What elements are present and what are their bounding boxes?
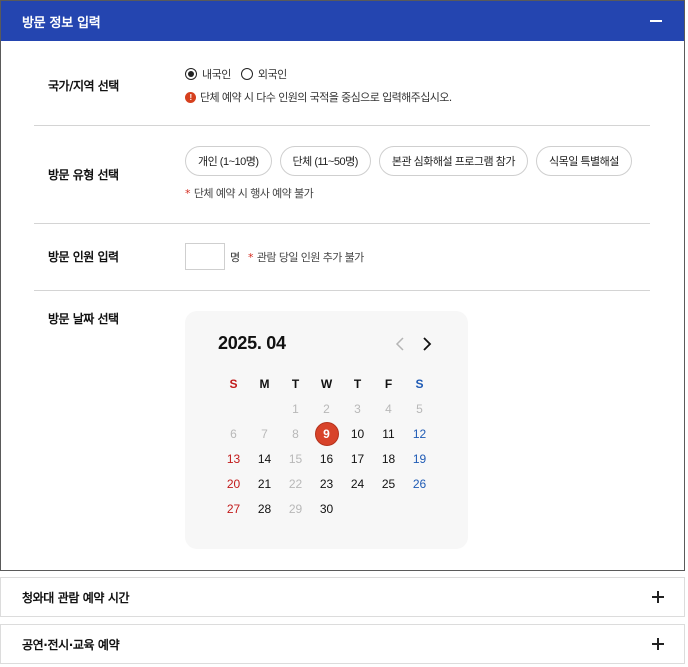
visit-type-note: * 단체 예약 시 행사 예약 불가 — [185, 185, 314, 201]
calendar-day[interactable]: 25 — [373, 471, 404, 496]
calendar-day: 5 — [416, 401, 423, 416]
panel-title: 방문 정보 입력 — [22, 15, 101, 31]
info-icon: ! — [185, 91, 196, 103]
calendar-blank — [249, 396, 280, 421]
calendar-day[interactable]: 27 — [218, 496, 249, 521]
section-reservation-time[interactable]: 청와대 관람 예약 시간 — [0, 577, 685, 617]
weekday-header: T — [291, 376, 300, 391]
section-performance-booking[interactable]: 공연·전시·교육 예약 — [0, 624, 685, 664]
radio-domestic-circle[interactable] — [185, 68, 197, 80]
calendar-day[interactable]: 21 — [249, 471, 280, 496]
radio-foreign-label: 외국인 — [257, 68, 287, 81]
calendar-day: 7 — [261, 426, 268, 441]
plus-icon[interactable] — [652, 591, 664, 603]
section-title: 청와대 관람 예약 시간 — [22, 590, 130, 605]
calendar-blank — [218, 396, 249, 421]
weekday-header: W — [320, 376, 333, 391]
asterisk-icon: * — [185, 186, 190, 200]
divider — [34, 223, 650, 224]
visit-type-individual-button[interactable]: 개인 (1~10명) — [185, 146, 272, 176]
visit-type-program-button[interactable]: 본관 심화해설 프로그램 참가 — [378, 146, 528, 176]
headcount-note: * 관람 당일 인원 추가 불가 — [248, 249, 364, 265]
calendar-day[interactable]: 26 — [404, 471, 435, 496]
calendar-day: 3 — [354, 401, 361, 416]
weekday-header: S — [415, 376, 424, 391]
calendar-day[interactable]: 16 — [311, 446, 342, 471]
visit-type-note-text: 단체 예약 시 행사 예약 불가 — [193, 187, 314, 200]
asterisk-icon: * — [248, 250, 253, 264]
calendar-day[interactable]: 30 — [311, 496, 342, 521]
calendar-month-title: 2025. 04 — [218, 333, 286, 353]
headcount-label: 방문 인원 입력 — [48, 250, 119, 264]
panel-header[interactable]: 방문 정보 입력 — [1, 1, 684, 41]
calendar-day[interactable]: 12 — [404, 421, 435, 446]
divider — [34, 125, 650, 126]
collapse-icon[interactable] — [648, 13, 664, 29]
calendar-day: 2 — [323, 401, 330, 416]
calendar-grid: S M T W T F S 1 2 3 4 5 6 7 8 9 10 11 12 13 14 15 16 17 18 19 20 21… — [218, 371, 436, 521]
visit-type-buttons: 개인 (1~10명) 단체 (11~50명) 본관 심화해설 프로그램 참가 식… — [185, 146, 640, 176]
visit-type-arbor-day-button[interactable]: 식목일 특별해설 — [535, 146, 632, 176]
calendar-day[interactable]: 11 — [373, 421, 404, 446]
selected-day-marker[interactable]: 9 — [314, 421, 339, 446]
weekday-header: M — [259, 376, 270, 391]
calendar-day-selected[interactable]: 9 — [311, 421, 342, 446]
headcount-note-text: 관람 당일 인원 추가 불가 — [256, 251, 364, 264]
headcount-input[interactable] — [185, 243, 225, 270]
radio-foreign-circle[interactable] — [240, 68, 253, 80]
date-label: 방문 날짜 선택 — [48, 312, 119, 326]
chevron-right-icon[interactable] — [419, 335, 435, 353]
nationality-radio-group: 내국인 외국인 — [185, 66, 297, 82]
nationality-notice: ! 단체 예약 시 다수 인원의 국적을 중심으로 입력해주십시오. — [185, 89, 452, 105]
weekday-header: F — [384, 376, 393, 391]
calendar-day: 8 — [292, 426, 299, 441]
headcount-unit: 명 — [230, 251, 241, 264]
calendar-day[interactable]: 10 — [342, 421, 373, 446]
calendar-day: 6 — [230, 426, 237, 441]
calendar-day[interactable]: 24 — [342, 471, 373, 496]
calendar-day: 22 — [288, 476, 303, 491]
weekday-header: S — [229, 376, 238, 391]
weekday-header: T — [353, 376, 362, 391]
visit-type-group-button[interactable]: 단체 (11~50명) — [279, 146, 371, 176]
calendar-day[interactable]: 18 — [373, 446, 404, 471]
calendar-day: 1 — [292, 401, 299, 416]
plus-icon[interactable] — [652, 638, 664, 650]
calendar-day[interactable]: 14 — [249, 446, 280, 471]
visit-type-label: 방문 유형 선택 — [48, 168, 119, 182]
section-title: 공연·전시·교육 예약 — [22, 637, 120, 652]
calendar-day[interactable]: 19 — [404, 446, 435, 471]
calendar-day: 4 — [385, 401, 392, 416]
calendar-day: 29 — [288, 501, 303, 516]
calendar: 2025. 04 S M T W T F S 1 2 3 4 5 6 7 8 9 10 11 12 13 14 15 16 1… — [185, 311, 468, 549]
calendar-day[interactable]: 28 — [249, 496, 280, 521]
calendar-day[interactable]: 23 — [311, 471, 342, 496]
radio-foreign[interactable]: 외국인 — [240, 66, 287, 82]
calendar-day[interactable]: 13 — [218, 446, 249, 471]
chevron-left-icon[interactable] — [392, 335, 408, 353]
nationality-label: 국가/지역 선택 — [48, 79, 119, 93]
divider — [34, 290, 650, 291]
radio-domestic[interactable]: 내국인 — [185, 66, 231, 82]
nationality-notice-text: 단체 예약 시 다수 인원의 국적을 중심으로 입력해주십시오. — [200, 91, 452, 104]
radio-domestic-label: 내국인 — [202, 68, 231, 81]
calendar-day[interactable]: 20 — [218, 471, 249, 496]
calendar-day: 15 — [288, 451, 303, 466]
calendar-day[interactable]: 17 — [342, 446, 373, 471]
